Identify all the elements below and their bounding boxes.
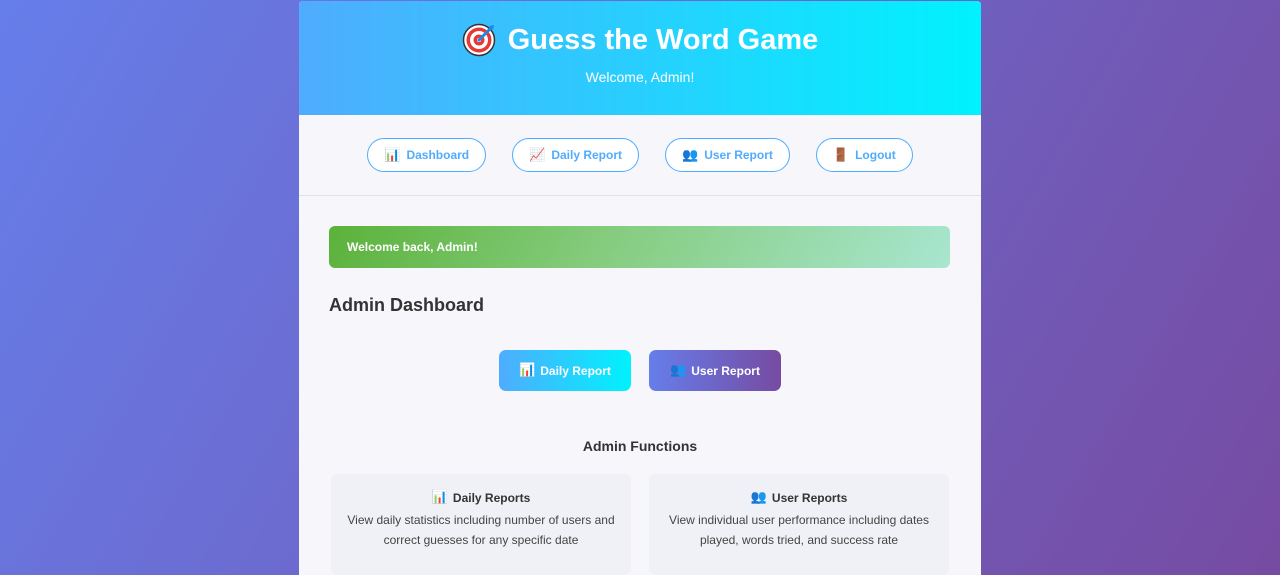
feature-title-label: User Reports bbox=[771, 490, 848, 505]
page-title: Guess the Word Game bbox=[507, 23, 819, 56]
trending-up-icon: 📈 bbox=[529, 147, 546, 163]
feature-title: 📊 Daily Reports bbox=[331, 490, 631, 505]
nav-user-report-label: User Report bbox=[704, 148, 773, 162]
daily-report-button[interactable]: 📊 Daily Report bbox=[499, 350, 631, 391]
door-icon: 🚪 bbox=[832, 147, 850, 163]
nav-logout-label: Logout bbox=[855, 148, 896, 162]
welcome-alert: Welcome back, Admin! bbox=[329, 226, 950, 268]
bar-chart-icon: 📊 bbox=[384, 147, 401, 163]
user-report-button-label: User Report bbox=[691, 363, 760, 378]
bar-chart-icon: 📊 bbox=[519, 363, 536, 378]
welcome-subtitle: Welcome, Admin! bbox=[585, 69, 695, 85]
feature-title: 👥 User Reports bbox=[649, 490, 949, 505]
users-icon: 👥 bbox=[670, 363, 687, 378]
nav-dashboard-button[interactable]: 📊 Dashboard bbox=[367, 138, 487, 172]
main-card: Guess the Word Game Welcome, Admin! 📊 Da… bbox=[299, 1, 981, 575]
feature-daily-reports: 📊 Daily Reports View daily statistics in… bbox=[331, 474, 631, 575]
nav-bar: 📊 Dashboard 📈 Daily Report 👥 User Report… bbox=[299, 115, 981, 196]
nav-daily-report-label: Daily Report bbox=[551, 148, 623, 162]
dashboard-actions: 📊 Daily Report 👥 User Report bbox=[299, 350, 981, 391]
feature-title-label: Daily Reports bbox=[452, 490, 531, 505]
nav-dashboard-label: Dashboard bbox=[406, 148, 470, 162]
nav-logout-button[interactable]: 🚪 Logout bbox=[815, 138, 913, 172]
feature-description: View individual user performance includi… bbox=[669, 513, 929, 547]
page-header: Guess the Word Game Welcome, Admin! bbox=[299, 1, 981, 115]
admin-functions-heading: Admin Functions bbox=[582, 438, 698, 454]
nav-user-report-button[interactable]: 👥 User Report bbox=[665, 138, 790, 172]
page-title-row: Guess the Word Game bbox=[299, 1, 981, 57]
feature-description: View daily statistics including number o… bbox=[347, 513, 615, 547]
daily-report-button-label: Daily Report bbox=[540, 363, 611, 378]
users-icon: 👥 bbox=[682, 147, 699, 163]
users-icon: 👥 bbox=[750, 490, 767, 505]
target-icon bbox=[462, 23, 496, 57]
dashboard-heading: Admin Dashboard bbox=[329, 295, 485, 315]
feature-user-reports: 👥 User Reports View individual user perf… bbox=[649, 474, 949, 575]
nav-daily-report-button[interactable]: 📈 Daily Report bbox=[512, 138, 640, 172]
user-report-button[interactable]: 👥 User Report bbox=[649, 350, 781, 391]
bar-chart-icon: 📊 bbox=[431, 490, 448, 505]
